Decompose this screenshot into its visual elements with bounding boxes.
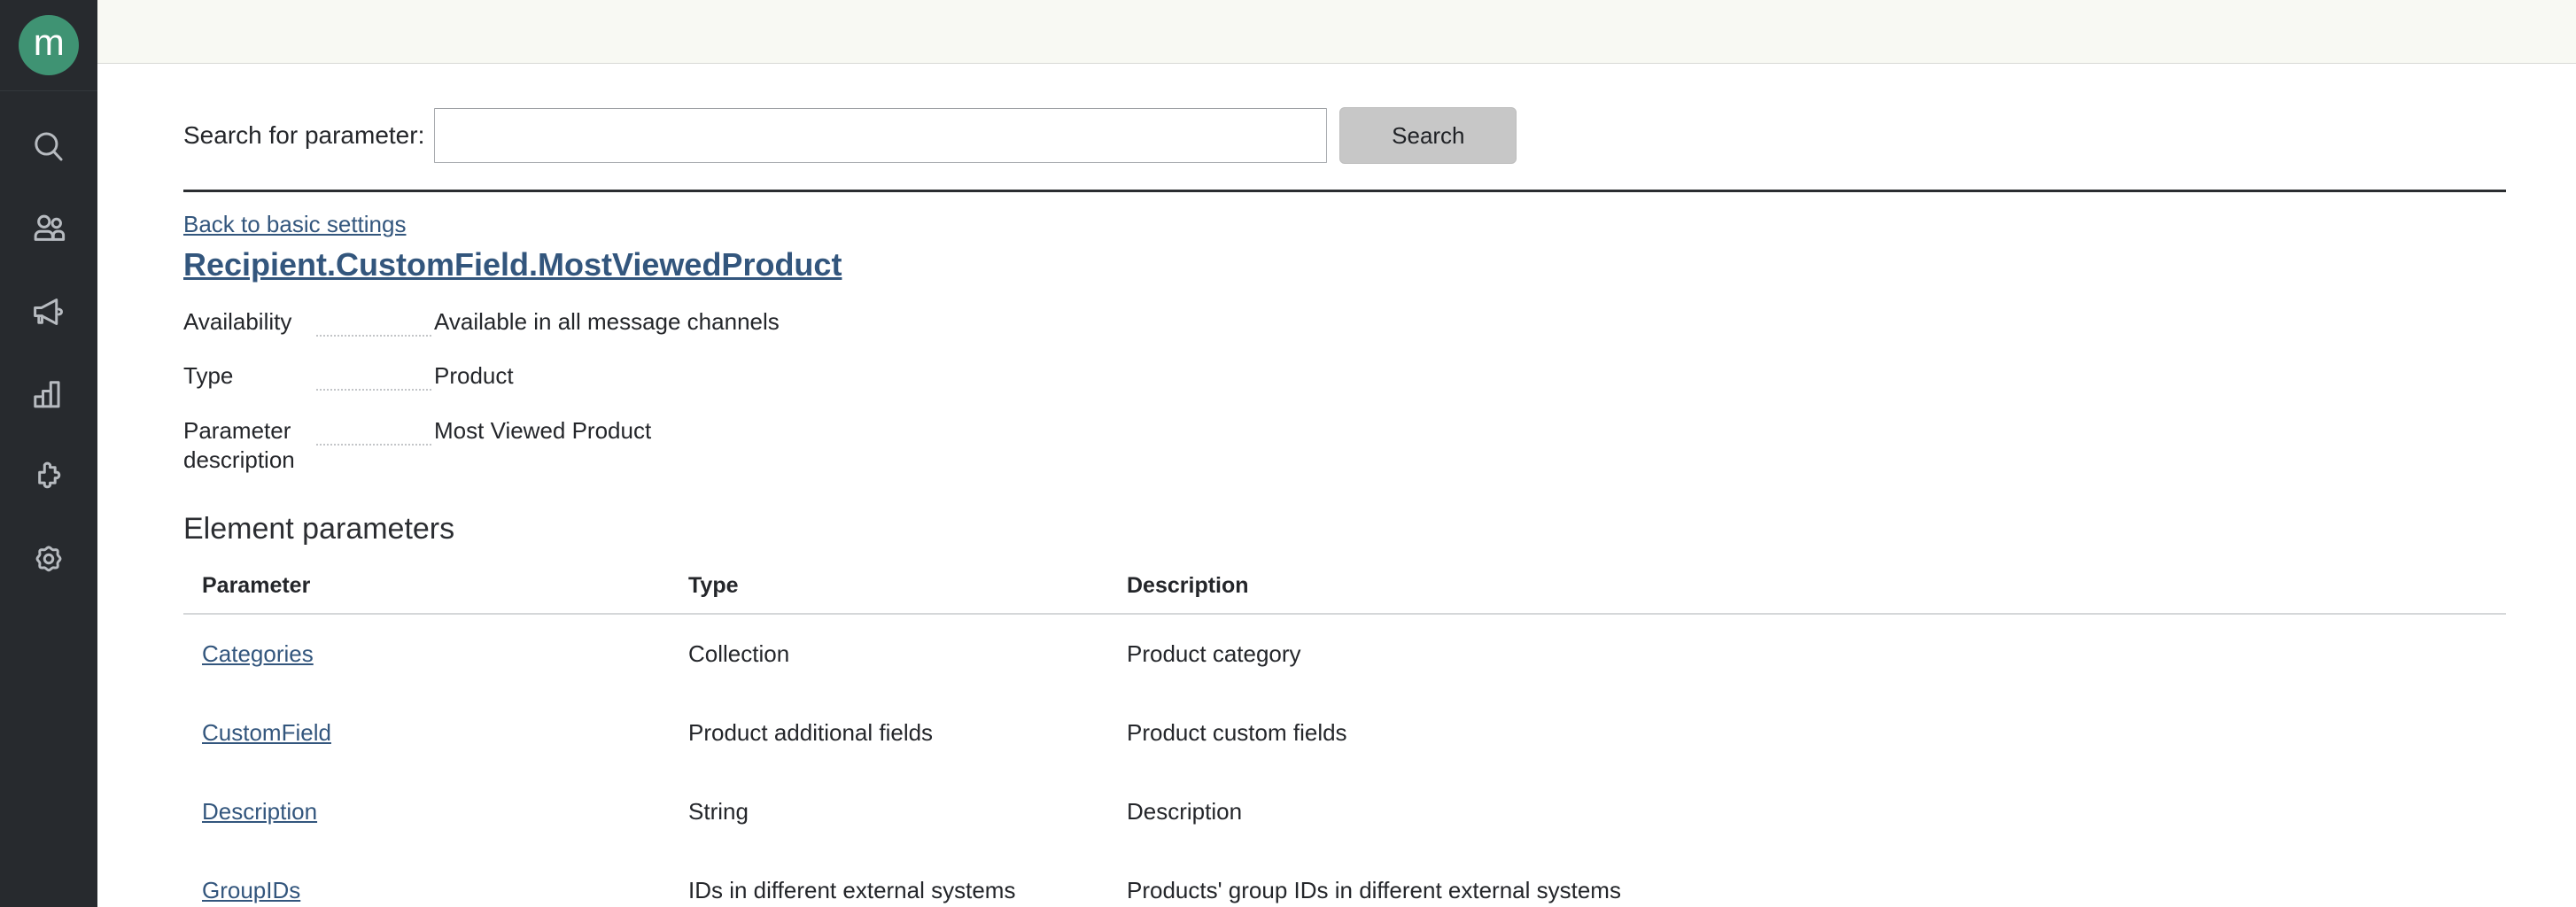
- column-header-type: Type: [688, 573, 1127, 616]
- sidebar-item-analytics[interactable]: [0, 353, 97, 435]
- parameter-search-row: Search for parameter: Search: [183, 107, 2510, 164]
- detail-row-availability: Availability Available in all message ch…: [183, 307, 1246, 337]
- cell-parameter: CustomField: [183, 694, 688, 772]
- table-row: GroupIDs IDs in different external syste…: [183, 851, 2506, 907]
- table-body: Categories Collection Product category C…: [183, 614, 2506, 907]
- detail-value: Product: [434, 362, 514, 390]
- sidebar-item-integrations[interactable]: [0, 435, 97, 517]
- page-title[interactable]: Recipient.CustomField.MostViewedProduct: [183, 246, 842, 283]
- sidebar-item-search[interactable]: [0, 105, 97, 188]
- parameter-link[interactable]: CustomField: [202, 719, 331, 746]
- table-row: Categories Collection Product category: [183, 614, 2506, 694]
- cell-type: Collection: [688, 640, 790, 668]
- breadcrumb: Back to basic settings: [183, 192, 2510, 238]
- section-heading: Element parameters: [183, 512, 455, 547]
- detail-value: Most Viewed Product: [434, 416, 652, 444]
- column-header-parameter: Parameter: [183, 573, 688, 616]
- cell-type: Product additional fields: [688, 719, 934, 747]
- cell-description: Products' group IDs in different externa…: [1127, 877, 1621, 904]
- search-input[interactable]: [434, 108, 1328, 163]
- detail-term: Type: [183, 362, 234, 390]
- sidebar-item-contacts[interactable]: [0, 188, 97, 270]
- parameter-details: Availability Available in all message ch…: [183, 307, 1246, 475]
- back-to-basic-settings-link[interactable]: Back to basic settings: [183, 211, 406, 238]
- detail-row-type: Type Product: [183, 361, 1246, 391]
- sidebar-item-campaigns[interactable]: [0, 270, 97, 353]
- sidebar-logo[interactable]: m: [0, 0, 97, 91]
- table-head: Parameter Type Description: [183, 573, 2506, 616]
- detail-row-description: Parameter description Most Viewed Produc…: [183, 416, 1246, 476]
- app-root: m Search for parameter: Search Back to b…: [0, 0, 2576, 907]
- search-button[interactable]: Search: [1339, 107, 1517, 164]
- parameter-link[interactable]: GroupIDs: [202, 877, 300, 903]
- cell-description: Description: [1127, 798, 1243, 826]
- main-content: Search for parameter: Search Back to bas…: [97, 65, 2576, 907]
- cell-type: String: [688, 798, 749, 826]
- sidebar: m: [0, 0, 97, 907]
- campaigns-icon: [30, 293, 67, 330]
- cell-description: Product category: [1127, 640, 1301, 668]
- page-title-wrap: Recipient.CustomField.MostViewedProduct: [183, 238, 2510, 283]
- cell-description: Product custom fields: [1127, 719, 1347, 747]
- column-header-description: Description: [1127, 573, 2506, 616]
- search-icon: [30, 128, 67, 166]
- cell-parameter: Description: [183, 772, 688, 851]
- table-row: CustomField Product additional fields Pr…: [183, 694, 2506, 772]
- table-header-row: Parameter Type Description: [183, 573, 2506, 616]
- top-bar: [97, 0, 2576, 64]
- puzzle-icon: [30, 458, 67, 495]
- cell-parameter: Categories: [183, 614, 688, 694]
- search-label: Search for parameter:: [183, 121, 425, 149]
- brand-logo-icon: m: [19, 15, 79, 75]
- cell-parameter: GroupIDs: [183, 851, 688, 907]
- contacts-icon: [30, 211, 67, 248]
- parameter-link[interactable]: Categories: [202, 640, 314, 667]
- dotted-leader: [316, 310, 431, 337]
- sidebar-item-settings[interactable]: [0, 517, 97, 600]
- analytics-icon: [30, 376, 67, 413]
- cell-type: IDs in different external systems: [688, 877, 1016, 904]
- sidebar-nav: [0, 91, 97, 600]
- gear-icon: [30, 540, 67, 578]
- detail-term: Parameter description: [183, 416, 295, 473]
- table-row: Description String Description: [183, 772, 2506, 851]
- dotted-leader: [316, 364, 431, 391]
- dotted-leader: [316, 419, 431, 446]
- detail-term: Availability: [183, 308, 292, 335]
- detail-value: Available in all message channels: [434, 308, 780, 335]
- element-parameters-table: Parameter Type Description Categories Co…: [183, 573, 2506, 907]
- parameter-link[interactable]: Description: [202, 798, 317, 825]
